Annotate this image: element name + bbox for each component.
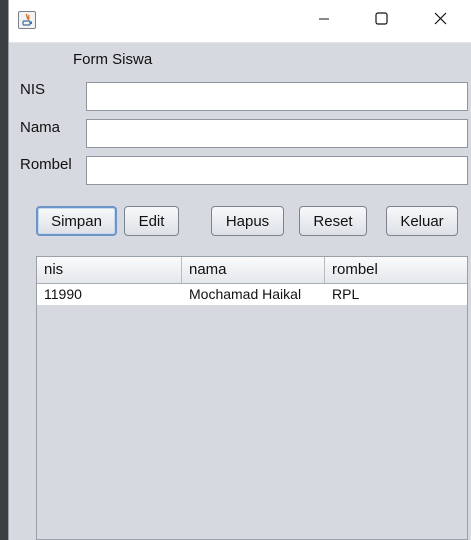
column-header-nama[interactable]: nama <box>182 257 325 283</box>
cell-nama: Mochamad Haikal <box>189 286 302 302</box>
maximize-button[interactable] <box>358 0 404 42</box>
siswa-table[interactable]: nis nama rombel 11990 Mochamad Haikal RP… <box>36 256 468 540</box>
app-window: Form Siswa NIS Nama Rombel Simpan Edit H… <box>8 0 471 540</box>
java-app-icon[interactable] <box>18 11 36 29</box>
table-row[interactable]: 11990 Mochamad Haikal RPL <box>37 284 467 305</box>
cell-rombel: RPL <box>332 286 360 302</box>
minimize-button[interactable] <box>301 0 347 42</box>
nis-label: NIS <box>20 81 46 98</box>
cell-nis: 11990 <box>44 286 82 302</box>
title-bar <box>9 0 471 43</box>
nis-input[interactable] <box>86 82 468 111</box>
minimize-icon <box>318 12 330 30</box>
column-header-nis[interactable]: nis <box>37 257 182 283</box>
nama-label: Nama <box>20 119 61 136</box>
reset-button[interactable]: Reset <box>299 206 367 236</box>
close-icon <box>434 12 447 30</box>
rombel-label: Rombel <box>20 156 72 173</box>
close-button[interactable] <box>417 0 463 42</box>
rombel-input[interactable] <box>86 156 468 185</box>
hapus-button[interactable]: Hapus <box>211 206 284 236</box>
keluar-button[interactable]: Keluar <box>386 206 458 236</box>
edit-button[interactable]: Edit <box>124 206 179 236</box>
form-title: Form Siswa <box>73 51 153 68</box>
maximize-icon <box>374 12 388 30</box>
column-header-rombel[interactable]: rombel <box>325 257 468 283</box>
simpan-button[interactable]: Simpan <box>36 206 117 236</box>
table-header: nis nama rombel <box>37 257 467 284</box>
nama-input[interactable] <box>86 119 468 148</box>
